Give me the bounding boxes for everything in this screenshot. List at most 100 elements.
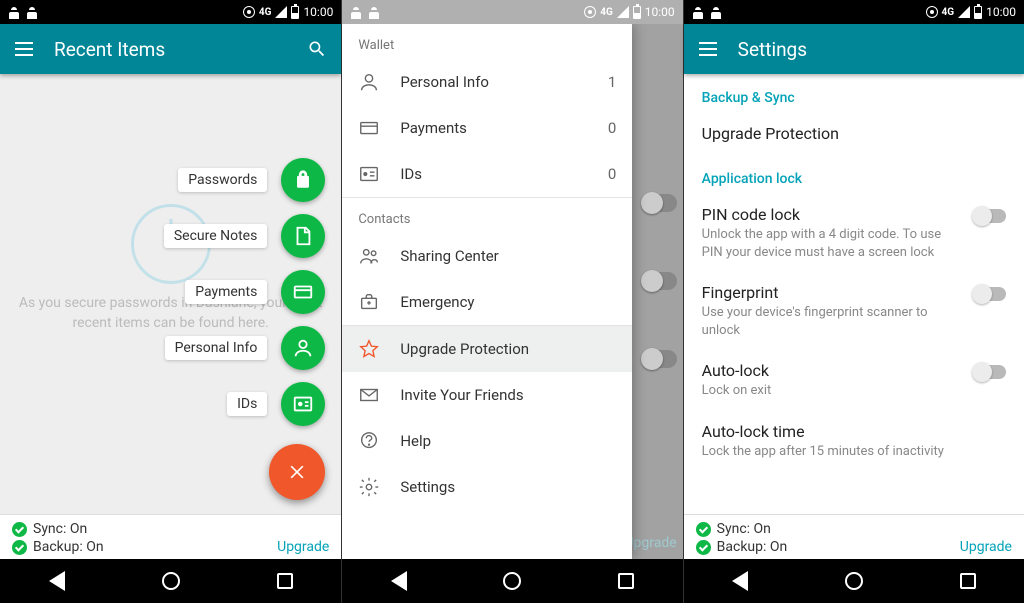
setting-subtitle: Lock on exit [702, 382, 962, 400]
drawer-label: Payments [400, 119, 588, 137]
setting-fingerprint[interactable]: Fingerprint Use your device's fingerprin… [684, 273, 1024, 351]
screen-settings: 4G 10:00 Settings Backup & Sync Upgrade … [683, 0, 1024, 603]
clock-label: 10:00 [645, 5, 675, 19]
content-area: As you secure passwords in Dashlane, you… [0, 74, 341, 514]
toggle-switch[interactable] [974, 287, 1006, 301]
hotspot-icon [926, 6, 938, 18]
upgrade-link[interactable]: Upgrade [960, 539, 1012, 555]
drawer-item-sharing[interactable]: Sharing Center [342, 233, 632, 279]
home-icon[interactable] [503, 572, 521, 590]
network-label: 4G [600, 7, 613, 18]
setting-pin-lock[interactable]: PIN code lock Unlock the app with a 4 di… [684, 195, 1024, 273]
fab-item-notes[interactable]: Secure Notes [164, 214, 326, 258]
drawer-item-invite[interactable]: Invite Your Friends [342, 372, 632, 418]
android-icon [8, 5, 20, 19]
setting-subtitle: Use your device's fingerprint scanner to… [702, 304, 962, 339]
setting-title: PIN code lock [702, 205, 962, 224]
fab-close-button[interactable] [269, 444, 325, 500]
back-icon[interactable] [49, 571, 65, 591]
recent-icon[interactable] [277, 573, 293, 589]
page-title: Recent Items [54, 38, 287, 61]
android-icon [710, 5, 722, 19]
back-icon[interactable] [391, 571, 407, 591]
back-icon[interactable] [732, 571, 748, 591]
clock-label: 10:00 [986, 5, 1016, 19]
hotspot-icon [243, 6, 255, 18]
status-bar: 4G 10:00 [342, 0, 682, 24]
drawer-label: IDs [400, 165, 588, 183]
setting-autolock[interactable]: Auto-lock Lock on exit [684, 351, 1024, 412]
recent-icon[interactable] [960, 573, 976, 589]
star-icon [358, 338, 380, 360]
nav-bar [0, 559, 341, 603]
section-header-wallet: Wallet [342, 24, 632, 59]
upgrade-link[interactable]: Upgrade [277, 539, 329, 555]
screen-recent-items: 4G 10:00 Recent Items As you secure pass… [0, 0, 341, 603]
person-icon [281, 326, 325, 370]
status-bar: 4G 10:00 [684, 0, 1024, 24]
home-icon[interactable] [845, 572, 863, 590]
people-icon [358, 245, 380, 267]
drawer-item-payments[interactable]: Payments 0 [342, 105, 632, 151]
drawer-label: Help [400, 432, 616, 450]
drawer-count: 0 [608, 165, 616, 183]
setting-title: Auto-lock [702, 361, 962, 380]
id-icon [281, 382, 325, 426]
setting-autolock-time[interactable]: Auto-lock time Lock the app after 15 min… [684, 412, 1024, 473]
drawer-scrim[interactable]: Upgrade [632, 24, 682, 559]
drawer-label: Settings [400, 478, 616, 496]
help-icon [358, 430, 380, 452]
section-header-contacts: Contacts [342, 198, 632, 233]
menu-icon[interactable] [14, 39, 34, 59]
setting-title: Upgrade Protection [702, 124, 839, 143]
menu-icon[interactable] [698, 39, 718, 59]
fab-item-passwords[interactable]: Passwords [178, 158, 325, 202]
drawer-label: Upgrade Protection [400, 340, 616, 358]
sync-footer: Sync: On Backup: On Upgrade [684, 514, 1024, 559]
drawer-item-emergency[interactable]: Emergency [342, 279, 632, 326]
check-icon [12, 540, 27, 555]
drawer-item-settings[interactable]: Settings [342, 464, 632, 510]
content-area: Upgrade Wallet Personal Info 1 Payments … [342, 24, 682, 559]
nav-bar [342, 559, 682, 603]
drawer-label: Sharing Center [400, 247, 616, 265]
page-title: Settings [738, 38, 1010, 61]
setting-subtitle: Unlock the app with a 4 digit code. To u… [702, 226, 962, 261]
status-bar: 4G 10:00 [0, 0, 341, 24]
toggle-switch[interactable] [974, 365, 1006, 379]
drawer-item-upgrade-protection[interactable]: Upgrade Protection [342, 326, 632, 372]
android-icon [26, 5, 38, 19]
toggle-switch[interactable] [974, 209, 1006, 223]
fab-label: IDs [227, 392, 267, 416]
battery-icon [974, 6, 982, 19]
check-icon [12, 522, 27, 537]
recent-icon[interactable] [618, 573, 634, 589]
card-icon [281, 270, 325, 314]
setting-upgrade-protection[interactable]: Upgrade Protection [684, 114, 1024, 155]
section-header-backup: Backup & Sync [684, 74, 1024, 114]
nav-bar [684, 559, 1024, 603]
sync-label: Sync: On [33, 521, 87, 537]
home-icon[interactable] [162, 572, 180, 590]
search-icon[interactable] [307, 39, 327, 59]
hotspot-icon [584, 6, 596, 18]
fab-item-personal[interactable]: Personal Info [165, 326, 326, 370]
clock-label: 10:00 [303, 5, 333, 19]
drawer-item-ids[interactable]: IDs 0 [342, 151, 632, 198]
fab-item-payments[interactable]: Payments [185, 270, 325, 314]
battery-icon [291, 6, 299, 19]
screen-drawer: 4G 10:00 Upgrade Wallet Personal Info 1 … [341, 0, 682, 603]
android-icon [350, 5, 362, 19]
fab-label: Personal Info [165, 336, 268, 360]
fab-item-ids[interactable]: IDs [227, 382, 325, 426]
signal-icon [275, 6, 287, 18]
fab-label: Secure Notes [164, 224, 268, 248]
sync-footer: Sync: On Backup: On Upgrade [0, 514, 341, 559]
settings-list: Backup & Sync Upgrade Protection Applica… [684, 74, 1024, 514]
check-icon [696, 522, 711, 537]
card-icon [358, 117, 380, 139]
drawer-item-help[interactable]: Help [342, 418, 632, 464]
setting-title: Fingerprint [702, 283, 962, 302]
drawer-item-personal-info[interactable]: Personal Info 1 [342, 59, 632, 105]
envelope-icon [358, 384, 380, 406]
